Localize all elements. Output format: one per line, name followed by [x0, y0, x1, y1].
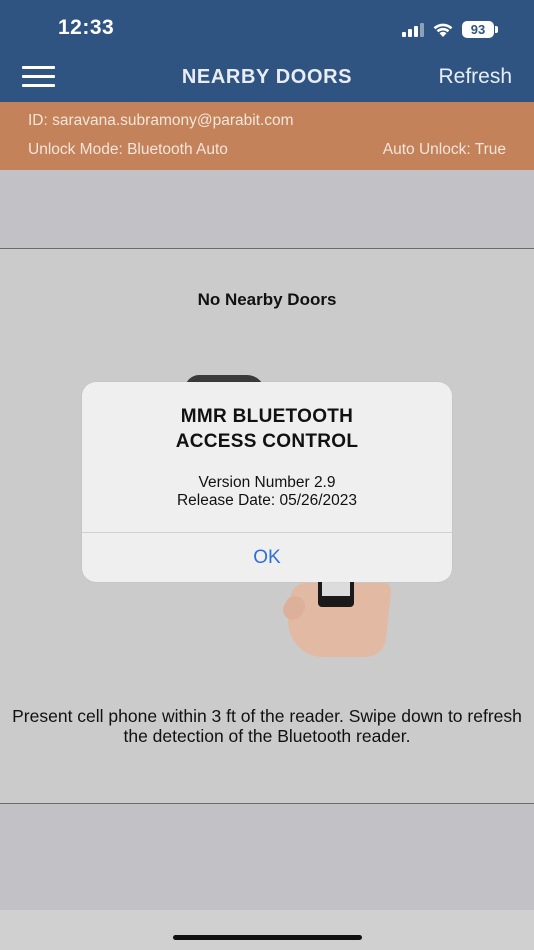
app-header: 12:33 93 NEARBY DOORS Refresh	[0, 0, 534, 102]
battery-level: 93	[462, 20, 494, 38]
auto-unlock-status: Auto Unlock: True	[382, 141, 506, 158]
top-band	[0, 170, 534, 249]
wifi-icon	[433, 23, 453, 37]
alert-title-line2: ACCESS CONTROL	[175, 431, 359, 452]
ok-button[interactable]: OK	[82, 533, 452, 582]
instructions-text: Present cell phone within 3 ft of the re…	[12, 706, 522, 746]
alert-message: Version Number 2.9 Release Date: 05/26/2…	[82, 474, 452, 510]
footer-area	[0, 910, 534, 950]
refresh-button[interactable]: Refresh	[438, 65, 512, 89]
home-indicator[interactable]	[173, 935, 362, 940]
no-doors-heading: No Nearby Doors	[197, 290, 337, 309]
cellular-signal-icon	[402, 21, 424, 37]
bottom-band	[0, 804, 534, 910]
about-alert-dialog: MMR BLUETOOTH ACCESS CONTROL Version Num…	[82, 382, 452, 582]
status-time: 12:33	[58, 16, 115, 39]
alert-title-line1: MMR BLUETOOTH	[180, 406, 354, 427]
user-info-bar: ID: saravana.subramony@parabit.com Unloc…	[0, 102, 534, 170]
version-number: Version Number 2.9	[198, 474, 336, 491]
phone-screen	[322, 582, 350, 596]
unlock-mode: Unlock Mode: Bluetooth Auto	[28, 141, 228, 158]
status-icons: 93	[402, 18, 498, 40]
release-date: Release Date: 05/26/2023	[176, 492, 358, 509]
battery-icon: 93	[462, 20, 498, 38]
user-id: ID: saravana.subramony@parabit.com	[28, 112, 294, 129]
alert-title: MMR BLUETOOTH ACCESS CONTROL	[82, 404, 452, 454]
